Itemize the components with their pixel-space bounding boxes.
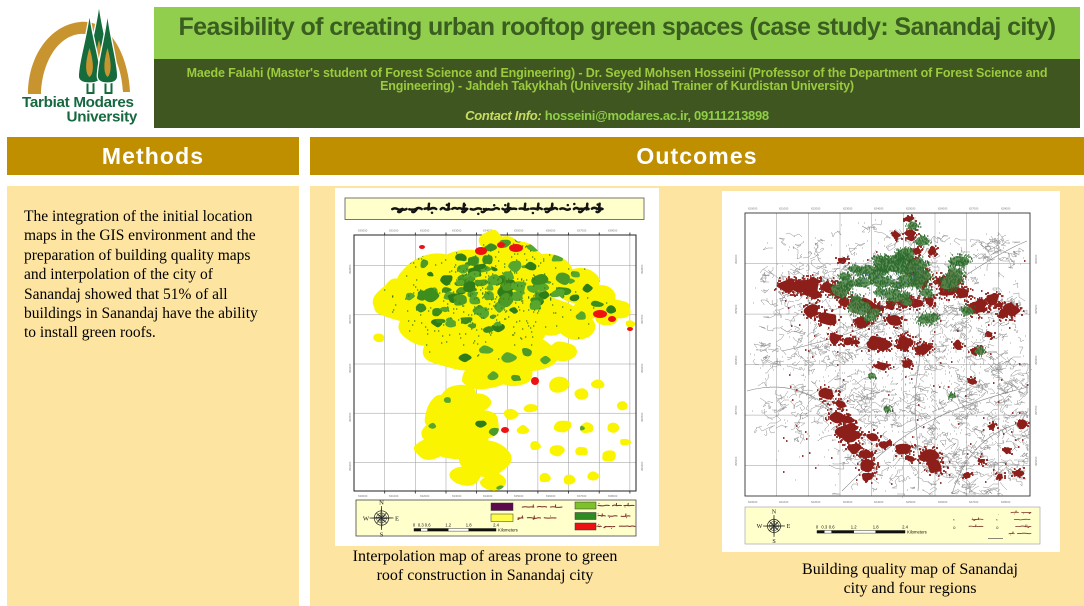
svg-text:396000: 396000 (1034, 254, 1038, 264)
svg-text:620000: 620000 (748, 500, 758, 504)
svg-text:395600: 395600 (734, 456, 738, 466)
svg-text:638000: 638000 (608, 229, 618, 233)
svg-text:0.3: 0.3 (418, 523, 424, 528)
svg-text:396700: 396700 (348, 314, 352, 324)
svg-text:396600: 396600 (348, 363, 352, 373)
svg-text:637000: 637000 (577, 229, 587, 233)
svg-text:1.8: 1.8 (873, 525, 879, 530)
svg-text:625000: 625000 (906, 207, 916, 211)
svg-text:637000: 637000 (577, 494, 587, 498)
svg-text:635000: 635000 (514, 494, 524, 498)
svg-text:624000: 624000 (874, 207, 884, 211)
svg-text:S: S (380, 532, 384, 539)
svg-text:Kilometers: Kilometers (498, 528, 518, 533)
svg-text:620000: 620000 (748, 207, 758, 211)
svg-text:623000: 623000 (843, 500, 853, 504)
svg-text:636000: 636000 (546, 229, 556, 233)
svg-text:624000: 624000 (874, 500, 884, 504)
svg-text:0.6: 0.6 (425, 523, 431, 528)
svg-text:396700: 396700 (640, 314, 644, 324)
svg-text:635000: 635000 (514, 229, 524, 233)
svg-text:*: * (996, 518, 998, 523)
svg-text:396400: 396400 (348, 461, 352, 471)
svg-text:636000: 636000 (546, 494, 556, 498)
svg-text:396500: 396500 (348, 412, 352, 422)
svg-text:622000: 622000 (811, 207, 821, 211)
svg-text:Kilometers: Kilometers (907, 530, 927, 535)
svg-text:634000: 634000 (483, 494, 493, 498)
svg-text:621000: 621000 (779, 207, 789, 211)
svg-text:630000: 630000 (358, 229, 368, 233)
svg-text:628000: 628000 (1001, 500, 1011, 504)
svg-text:1.2: 1.2 (851, 525, 857, 530)
svg-text:632000: 632000 (420, 494, 430, 498)
svg-text:627000: 627000 (969, 500, 979, 504)
svg-text:630000: 630000 (358, 494, 368, 498)
svg-text:628000: 628000 (1001, 207, 1011, 211)
svg-text:395900: 395900 (734, 304, 738, 314)
svg-text:396800: 396800 (348, 264, 352, 274)
svg-text:395800: 395800 (734, 355, 738, 365)
svg-text:396500: 396500 (640, 412, 644, 422)
svg-text:622000: 622000 (811, 500, 821, 504)
svg-text:631000: 631000 (389, 494, 399, 498)
svg-text:1.2: 1.2 (445, 523, 451, 528)
svg-text:633000: 633000 (452, 494, 462, 498)
svg-text:N: N (379, 500, 384, 507)
svg-text:University: University (67, 109, 138, 126)
svg-text:.: . (998, 511, 999, 516)
svg-text:0.3: 0.3 (821, 525, 827, 530)
svg-text:632000: 632000 (420, 229, 430, 233)
svg-text:396600: 396600 (640, 363, 644, 373)
svg-text:626000: 626000 (938, 207, 948, 211)
svg-text:395800: 395800 (1034, 355, 1038, 365)
svg-text:626000: 626000 (938, 500, 948, 504)
svg-text:E: E (787, 524, 791, 530)
svg-text:631000: 631000 (389, 229, 399, 233)
svg-text:625000: 625000 (906, 500, 916, 504)
svg-text:623000: 623000 (843, 207, 853, 211)
svg-text:N: N (772, 510, 777, 516)
svg-text:621000: 621000 (779, 500, 789, 504)
svg-text:0.6: 0.6 (829, 525, 835, 530)
svg-text:1.8: 1.8 (466, 523, 472, 528)
svg-text:395900: 395900 (1034, 304, 1038, 314)
svg-text:W: W (363, 515, 370, 522)
svg-text:*: * (953, 518, 955, 523)
svg-text:638000: 638000 (608, 494, 618, 498)
svg-text:395700: 395700 (1034, 405, 1038, 415)
svg-text:396000: 396000 (734, 254, 738, 264)
svg-text:W: W (757, 524, 763, 530)
svg-text:395700: 395700 (734, 405, 738, 415)
svg-text:627000: 627000 (969, 207, 979, 211)
svg-text:E: E (395, 515, 399, 522)
svg-text:633000: 633000 (452, 229, 462, 233)
svg-text:396400: 396400 (640, 461, 644, 471)
svg-text:396800: 396800 (640, 264, 644, 274)
svg-text:395600: 395600 (1034, 456, 1038, 466)
